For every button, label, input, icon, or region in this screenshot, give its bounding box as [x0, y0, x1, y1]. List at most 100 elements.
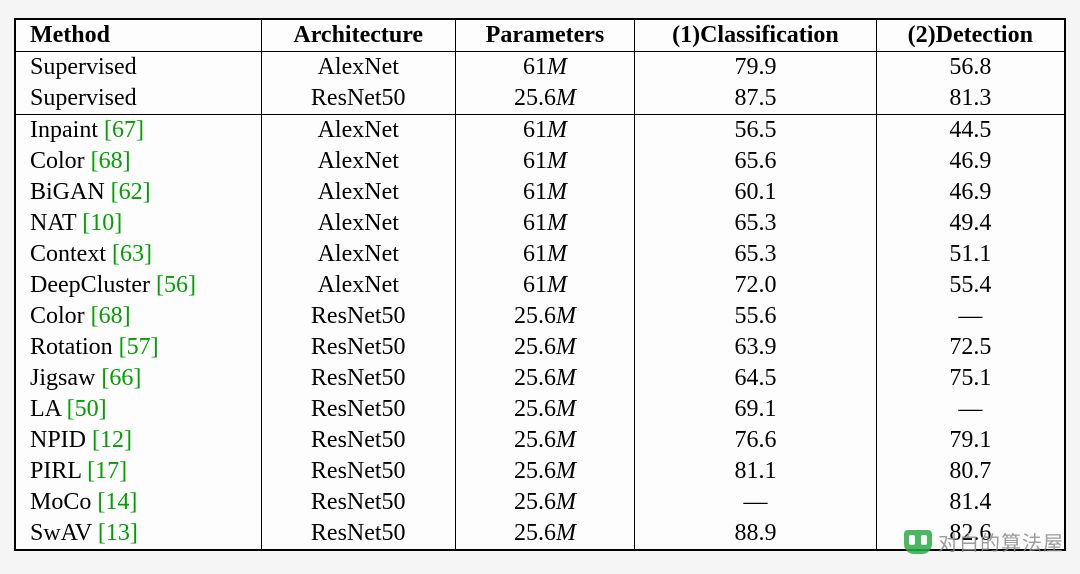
table-row: Color [68]ResNet5025.6M55.6— [15, 301, 1065, 332]
comparison-table: Method Architecture Parameters (1)Classi… [14, 18, 1066, 551]
detection-cell: 44.5 [876, 115, 1065, 147]
method-name: NPID [30, 427, 92, 453]
parameters-cell: 61M [455, 208, 635, 239]
architecture-cell: AlexNet [261, 115, 455, 147]
table-row: Rotation [57]ResNet5025.6M63.972.5 [15, 332, 1065, 363]
citation: [66] [101, 365, 141, 391]
classification-cell: — [635, 487, 876, 518]
method-name: MoCo [30, 489, 97, 515]
method-cell: Color [68] [15, 301, 261, 332]
method-name: Inpaint [30, 117, 104, 143]
citation: [57] [119, 334, 159, 360]
table-row: Supervised ResNet5025.6M87.581.3 [15, 83, 1065, 115]
table-row: Jigsaw [66]ResNet5025.6M64.575.1 [15, 363, 1065, 394]
table-row: NAT [10]AlexNet61M65.349.4 [15, 208, 1065, 239]
architecture-cell: ResNet50 [261, 363, 455, 394]
architecture-cell: ResNet50 [261, 487, 455, 518]
method-name: Color [30, 148, 91, 174]
citation: [68] [91, 303, 131, 329]
method-name: BiGAN [30, 179, 111, 205]
architecture-cell: AlexNet [261, 270, 455, 301]
detection-cell: 81.3 [876, 83, 1065, 115]
table-row: Context [63]AlexNet61M65.351.1 [15, 239, 1065, 270]
table-row: BiGAN [62]AlexNet61M60.146.9 [15, 177, 1065, 208]
method-name: Supervised [30, 85, 137, 111]
method-name: DeepCluster [30, 272, 156, 298]
table-row: DeepCluster [56]AlexNet61M72.055.4 [15, 270, 1065, 301]
method-cell: Supervised [15, 83, 261, 115]
method-name: SwAV [30, 520, 98, 546]
architecture-cell: AlexNet [261, 146, 455, 177]
method-cell: LA [50] [15, 394, 261, 425]
method-name: Jigsaw [30, 365, 101, 391]
table-header-row: Method Architecture Parameters (1)Classi… [15, 19, 1065, 52]
classification-cell: 88.9 [635, 518, 876, 550]
architecture-cell: ResNet50 [261, 301, 455, 332]
table-row: PIRL [17]ResNet5025.6M81.180.7 [15, 456, 1065, 487]
parameters-cell: 61M [455, 52, 635, 84]
classification-cell: 56.5 [635, 115, 876, 147]
table-row: NPID [12]ResNet5025.6M76.679.1 [15, 425, 1065, 456]
col-classification: (1)Classification [635, 19, 876, 52]
parameters-cell: 25.6M [455, 363, 635, 394]
detection-cell: 49.4 [876, 208, 1065, 239]
method-cell: NPID [12] [15, 425, 261, 456]
table-row: LA [50]ResNet5025.6M69.1— [15, 394, 1065, 425]
detection-cell: 81.4 [876, 487, 1065, 518]
watermark: 对白的算法屋 [904, 527, 1064, 556]
detection-cell: 46.9 [876, 177, 1065, 208]
method-cell: Inpaint [67] [15, 115, 261, 147]
architecture-cell: AlexNet [261, 208, 455, 239]
method-cell: SwAV [13] [15, 518, 261, 550]
method-cell: Color [68] [15, 146, 261, 177]
method-name: Color [30, 303, 91, 329]
citation: [13] [98, 520, 138, 546]
parameters-cell: 25.6M [455, 425, 635, 456]
architecture-cell: ResNet50 [261, 456, 455, 487]
col-method: Method [15, 19, 261, 52]
parameters-cell: 61M [455, 239, 635, 270]
citation: [10] [82, 210, 122, 236]
parameters-cell: 61M [455, 177, 635, 208]
classification-cell: 72.0 [635, 270, 876, 301]
table-row: SupervisedAlexNet61M79.956.8 [15, 52, 1065, 84]
col-architecture: Architecture [261, 19, 455, 52]
citation: [56] [156, 272, 196, 298]
detection-cell: 80.7 [876, 456, 1065, 487]
parameters-cell: 25.6M [455, 83, 635, 115]
method-cell: Rotation [57] [15, 332, 261, 363]
method-cell: DeepCluster [56] [15, 270, 261, 301]
classification-cell: 64.5 [635, 363, 876, 394]
architecture-cell: ResNet50 [261, 83, 455, 115]
classification-cell: 69.1 [635, 394, 876, 425]
parameters-cell: 61M [455, 270, 635, 301]
detection-cell: 79.1 [876, 425, 1065, 456]
architecture-cell: ResNet50 [261, 425, 455, 456]
citation: [63] [112, 241, 152, 267]
parameters-cell: 61M [455, 146, 635, 177]
classification-cell: 63.9 [635, 332, 876, 363]
architecture-cell: AlexNet [261, 239, 455, 270]
parameters-cell: 25.6M [455, 394, 635, 425]
detection-cell: 46.9 [876, 146, 1065, 177]
classification-cell: 87.5 [635, 83, 876, 115]
method-cell: Jigsaw [66] [15, 363, 261, 394]
architecture-cell: ResNet50 [261, 394, 455, 425]
method-name: LA [30, 396, 67, 422]
citation: [14] [97, 489, 137, 515]
detection-cell: 72.5 [876, 332, 1065, 363]
watermark-text: 对白的算法屋 [938, 527, 1064, 556]
citation: [50] [67, 396, 107, 422]
method-name: Supervised [30, 54, 137, 80]
classification-cell: 55.6 [635, 301, 876, 332]
col-detection: (2)Detection [876, 19, 1065, 52]
citation: [12] [92, 427, 132, 453]
parameters-cell: 61M [455, 115, 635, 147]
classification-cell: 65.3 [635, 208, 876, 239]
col-parameters: Parameters [455, 19, 635, 52]
detection-cell: 56.8 [876, 52, 1065, 84]
method-name: Context [30, 241, 112, 267]
detection-cell: 51.1 [876, 239, 1065, 270]
classification-cell: 76.6 [635, 425, 876, 456]
architecture-cell: ResNet50 [261, 332, 455, 363]
